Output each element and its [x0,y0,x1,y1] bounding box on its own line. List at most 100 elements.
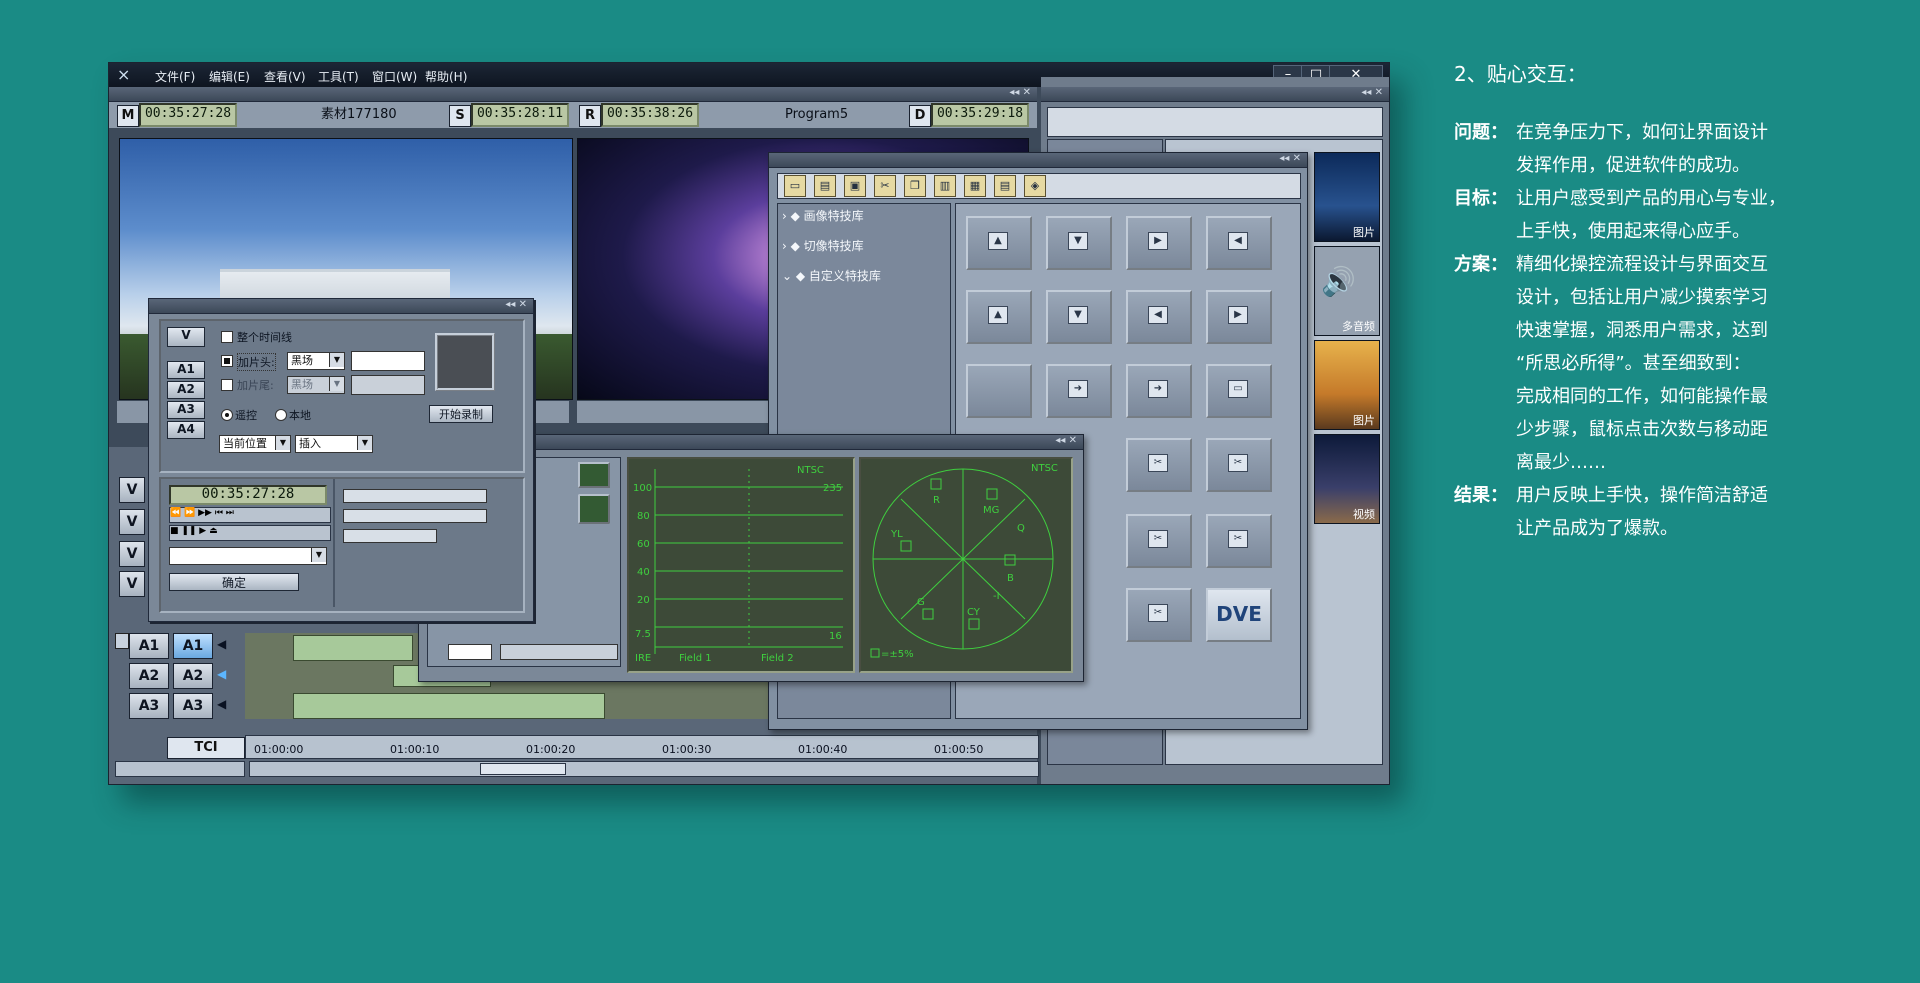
duration-field[interactable] [343,529,437,543]
device-select[interactable]: ▼ [169,547,327,565]
head-select[interactable]: 黑场 ▼ [287,352,345,370]
track-a3-button[interactable]: A3 [167,401,205,419]
track-a1-patch[interactable]: A1 [173,633,213,659]
menu-help[interactable]: 帮助(H) [425,68,467,84]
track-a3-patch[interactable]: A3 [173,693,213,719]
track-a1-button[interactable]: A1 [167,361,205,379]
waveform-toggle-icon[interactable] [578,462,610,488]
track-v2-button[interactable]: V [119,509,145,535]
thumb-image-1[interactable]: 图片 [1314,152,1380,242]
effect-tile[interactable]: ▲ [966,290,1032,344]
menu-window[interactable]: 窗口(W) [372,68,417,84]
record-timecode[interactable]: 00:35:27:28 [169,485,327,505]
track-a2-button[interactable]: A2 [167,381,205,399]
time-ruler[interactable]: 01:00:00 01:00:10 01:00:20 01:00:30 01:0… [245,735,1039,759]
effect-tile[interactable]: ▶ [1206,290,1272,344]
effect-tile[interactable]: ✂ [1126,514,1192,568]
r-timecode[interactable]: 00:35:38:26 [601,103,699,127]
track-v-button[interactable]: V [167,327,205,347]
speaker-icon[interactable]: ◀ [217,667,227,685]
chevron-down-icon[interactable]: ▼ [357,436,372,450]
track-a2-patch[interactable]: A2 [173,663,213,689]
panel-collapse-icon[interactable]: ◂◂ ✕ [1279,153,1301,164]
panel-collapse-icon[interactable]: ◂◂ ✕ [1361,87,1383,98]
speaker-icon[interactable]: ◀ [217,697,227,715]
tail-select[interactable]: 黑场 ▼ [287,376,345,394]
menu-file[interactable]: 文件(F) [155,68,195,84]
effect-tile[interactable]: ▼ [1046,290,1112,344]
effect-tile[interactable]: ✂ [1126,588,1192,642]
track-a2-button[interactable]: A2 [129,663,169,689]
menu-edit[interactable]: 编辑(E) [209,68,250,84]
effect-tile[interactable]: ▼ [1046,216,1112,270]
scope-slider[interactable] [500,644,618,660]
effect-icon[interactable]: ◈ [1024,175,1046,197]
local-radio[interactable] [275,409,287,421]
menu-tools[interactable]: 工具(T) [318,68,359,84]
tree-item-picture-effects[interactable]: › ◆ 画像特技库 [782,206,864,226]
thumb-video[interactable]: 视频 [1314,434,1380,524]
vectorscope-toggle-icon[interactable] [578,494,610,524]
effect-tile[interactable]: ▭ [1206,364,1272,418]
track-v1-button[interactable]: V [119,477,145,503]
tree-item-custom-effects[interactable]: ⌄ ◆ 自定义特技库 [782,266,881,286]
open-icon[interactable]: ▤ [814,175,836,197]
s-timecode[interactable]: 00:35:28:11 [471,103,569,127]
position-select[interactable]: 当前位置 ▼ [219,435,291,453]
dve-tile[interactable]: DVE [1206,588,1272,642]
new-icon[interactable]: ▭ [784,175,806,197]
effect-tile[interactable]: ✂ [1126,438,1192,492]
save-icon[interactable]: ▣ [844,175,866,197]
track-v4-button[interactable]: V [119,571,145,597]
panel-collapse-icon[interactable]: ◂◂ ✕ [1055,435,1077,446]
add-head-checkbox[interactable] [221,355,233,367]
panel-collapse-icon[interactable]: ◂◂ ✕ [505,299,527,310]
scroll-thumb[interactable] [480,763,566,775]
tree-item-transition-effects[interactable]: › ◆ 切像特技库 [782,236,864,256]
effect-tile[interactable] [966,364,1032,418]
mode-select[interactable]: 插入 ▼ [295,435,373,453]
effect-tile[interactable]: ➜ [1126,364,1192,418]
out-point-field[interactable] [343,509,487,523]
whole-timeline-checkbox[interactable] [221,331,233,343]
track-v3-button[interactable]: V [119,541,145,567]
in-point-field[interactable] [343,489,487,503]
chevron-down-icon[interactable]: ▼ [311,548,326,562]
chevron-down-icon[interactable]: ▼ [275,436,290,450]
effect-tile[interactable]: ✂ [1206,438,1272,492]
paste-icon[interactable]: ▥ [934,175,956,197]
confirm-button[interactable]: 确定 [169,573,299,591]
properties-icon[interactable]: ▦ [964,175,986,197]
tail-duration-field[interactable] [351,375,425,395]
audio-clip[interactable] [293,635,413,661]
effect-tile[interactable]: ➜ [1046,364,1112,418]
effect-tile[interactable]: ◀ [1126,290,1192,344]
list-icon[interactable]: ▤ [994,175,1016,197]
menu-view[interactable]: 查看(V) [264,68,306,84]
chevron-down-icon[interactable]: ▼ [329,353,344,367]
effect-tile[interactable]: ▶ [1126,216,1192,270]
start-record-button[interactable]: 开始录制 [429,405,493,423]
track-select-icon[interactable] [115,633,129,649]
effect-tile[interactable]: ◀ [1206,216,1272,270]
m-timecode[interactable]: 00:35:27:28 [139,103,237,127]
effect-tile[interactable]: ✂ [1206,514,1272,568]
panel-collapse-icon[interactable]: ◂◂ ✕ [1009,87,1031,98]
scope-value-field[interactable] [448,644,492,660]
track-a3-button[interactable]: A3 [129,693,169,719]
audio-clip[interactable] [293,693,605,719]
copy-icon[interactable]: ❐ [904,175,926,197]
thumb-audio[interactable]: 🔊 多音频 [1314,246,1380,336]
track-a4-button[interactable]: A4 [167,421,205,439]
d-timecode[interactable]: 00:35:29:18 [931,103,1029,127]
cut-icon[interactable]: ✂ [874,175,896,197]
track-a1-button[interactable]: A1 [129,633,169,659]
speaker-icon[interactable]: ◀ [217,637,227,655]
remote-radio[interactable] [221,409,233,421]
zoom-scrollbar[interactable] [115,761,245,777]
chevron-down-icon[interactable]: ▼ [329,377,344,391]
add-tail-checkbox[interactable] [221,379,233,391]
transport-row-2[interactable]: ■ ❚❚ ▶ ⏏ [169,525,331,541]
thumb-image-2[interactable]: 图片 [1314,340,1380,430]
effect-tile[interactable]: ▲ [966,216,1032,270]
